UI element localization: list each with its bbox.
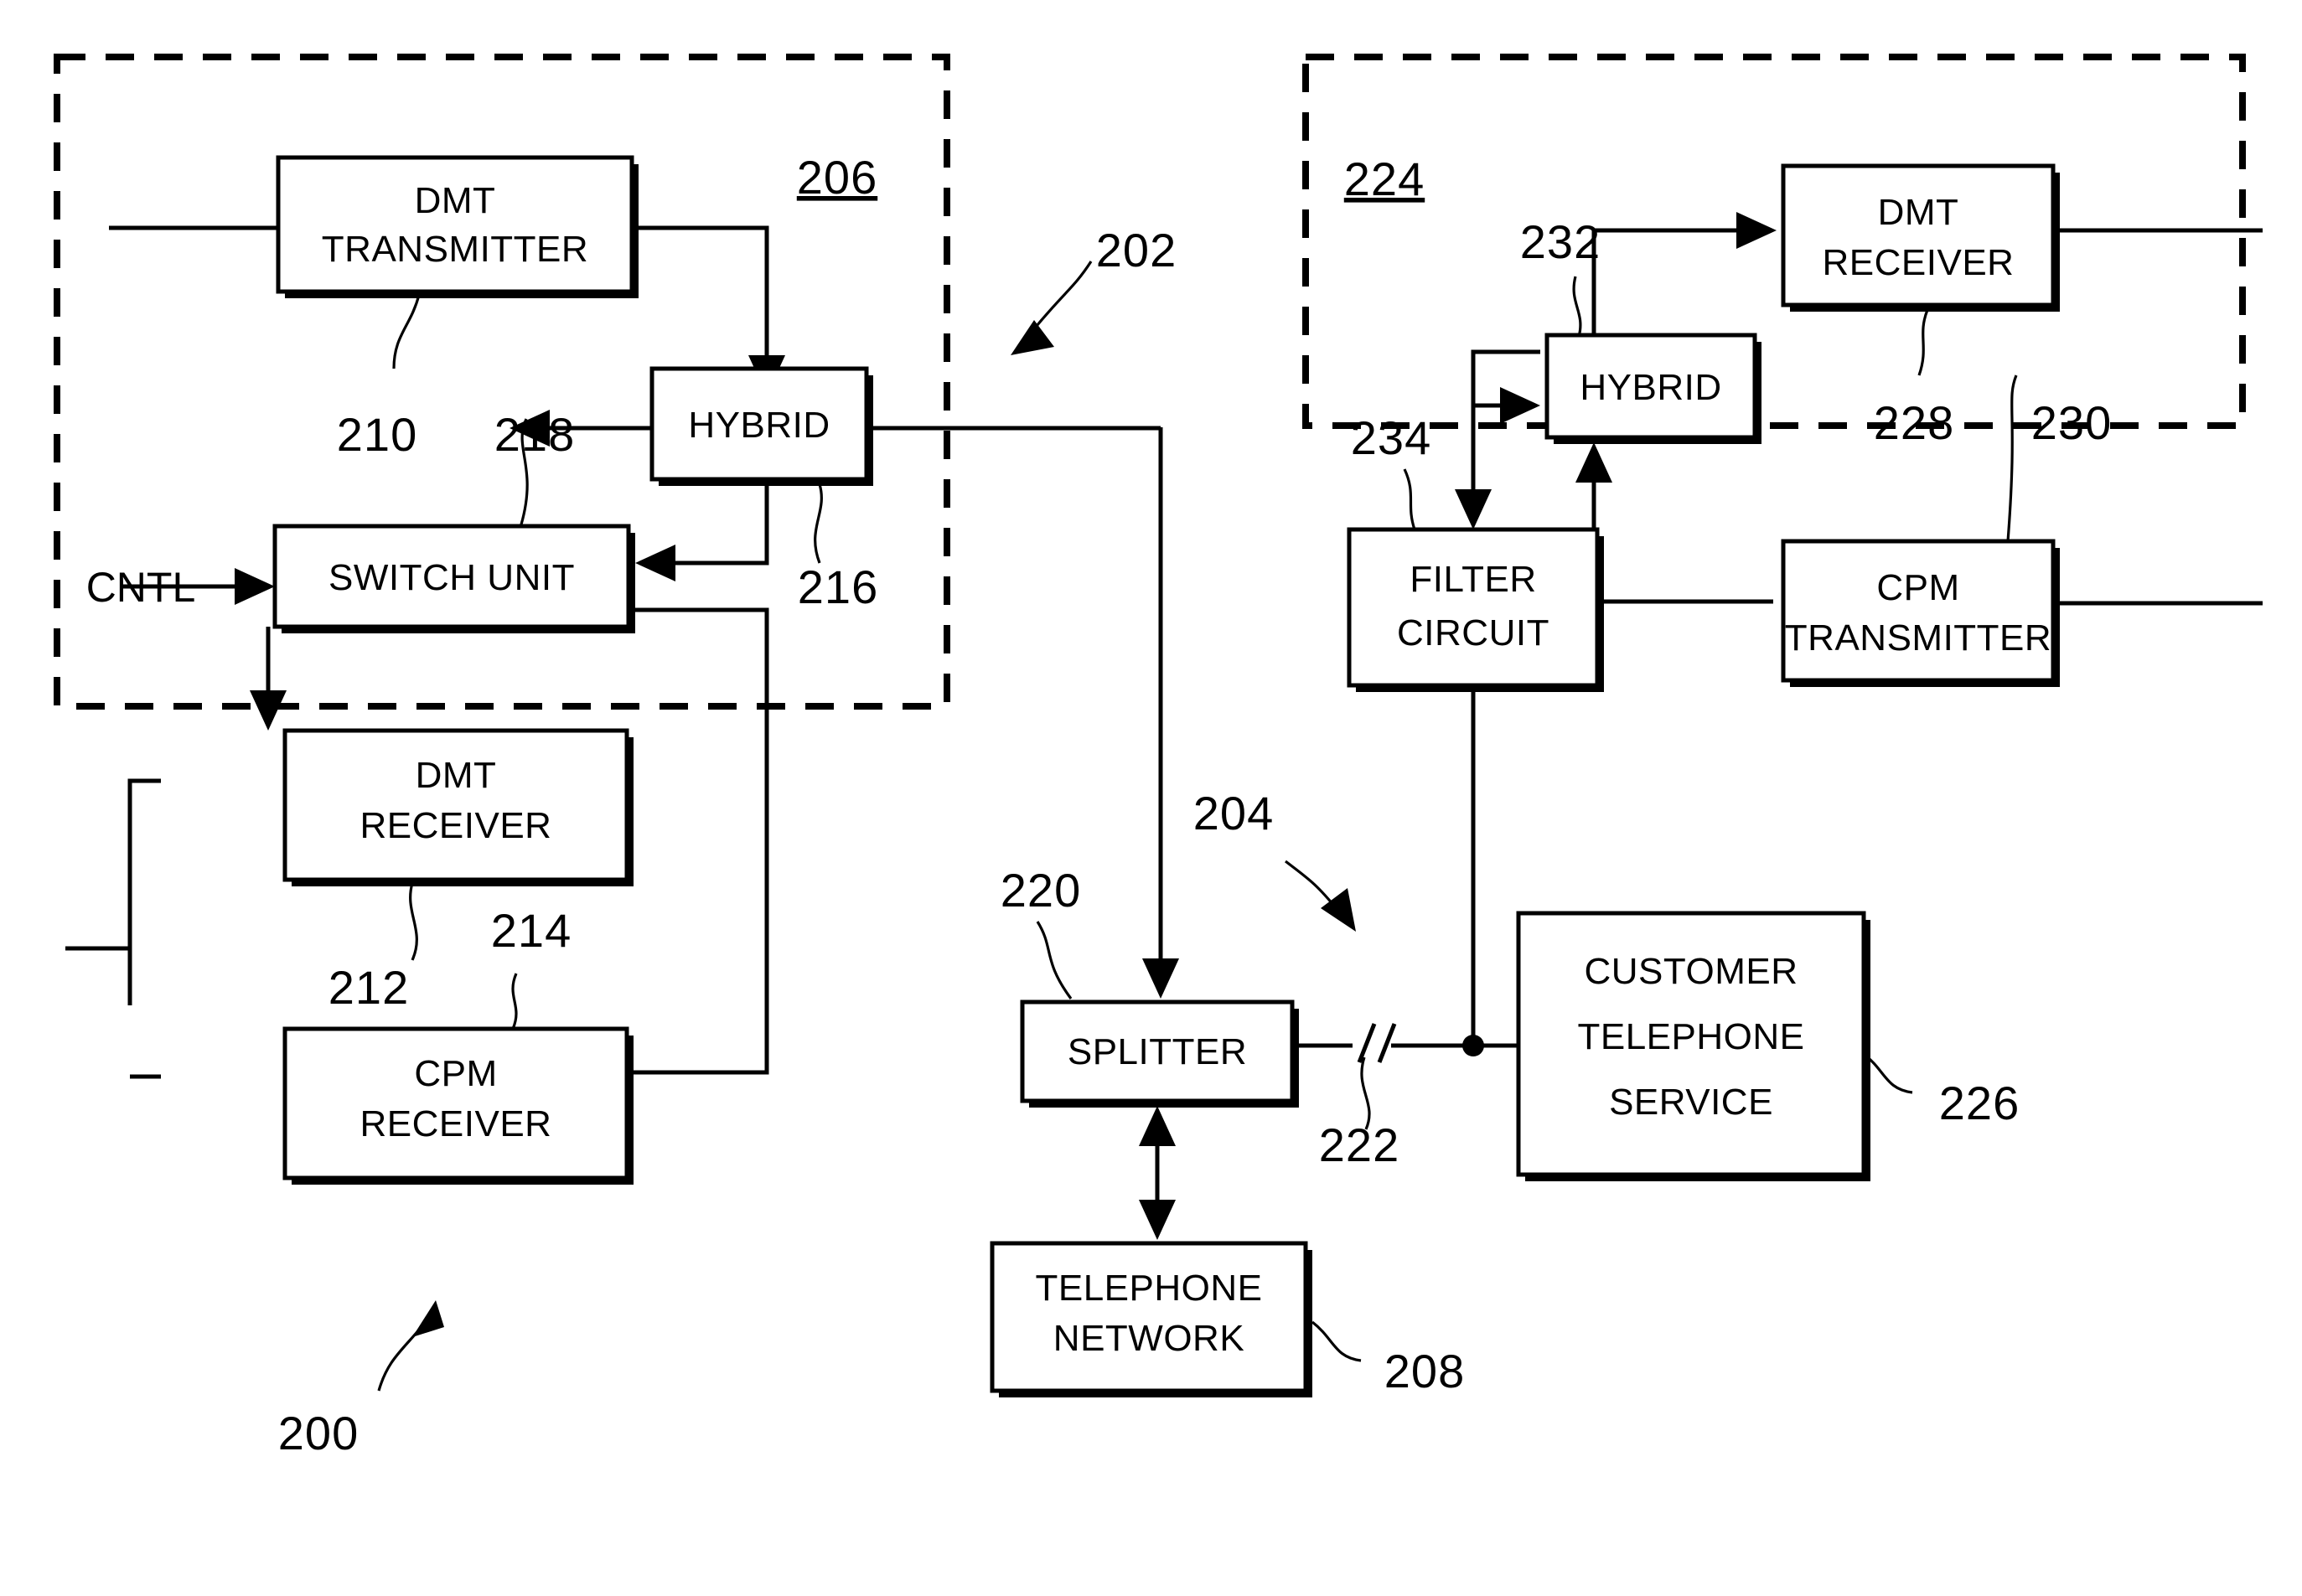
arrowhead-cpm-transmitter-to-hybrid-right	[1575, 442, 1612, 483]
cpm-transmitter-right-label-line1: CPM	[1876, 567, 1959, 608]
arrowhead-splitter-up	[1139, 1106, 1176, 1146]
arrowhead-hybrid-right-to-dmt-receiver	[1736, 212, 1777, 249]
ref-232: 232	[1520, 215, 1601, 268]
arrowhead-hybrid-to-switch-unit	[635, 545, 675, 581]
hybrid-left-label: HYBRID	[688, 405, 830, 446]
leader-228	[1917, 309, 1929, 376]
ref-204: 204	[1193, 787, 1274, 839]
dmt-transmitter-box[interactable]	[276, 155, 634, 294]
enclosure-224-dashed-box	[1302, 54, 2246, 429]
cpm-receiver-left-label-line2: RECEIVER	[360, 1103, 552, 1144]
line-break-slash-1	[1357, 1023, 1377, 1063]
splitter-label: SPLITTER	[1068, 1031, 1247, 1072]
wire-dmt-transmitter-to-hybrid	[637, 225, 769, 369]
ref-216: 216	[798, 560, 878, 613]
customer-telephone-service-label-line3: SERVICE	[1609, 1082, 1773, 1123]
ref-202-top: 202	[1096, 224, 1177, 276]
filter-circuit-label-line1: FILTER	[1410, 559, 1536, 600]
ref-220: 220	[1001, 864, 1081, 917]
leader-208	[1311, 1320, 1362, 1362]
telephone-network-label-line1: TELEPHONE	[1035, 1268, 1262, 1309]
ref-226: 226	[1939, 1077, 2020, 1129]
wire-dmt-receiver-output-bus	[127, 778, 161, 1005]
arrowhead-cntl-to-switch-unit	[235, 568, 275, 605]
arrowhead-filter-to-hybrid-right	[1500, 387, 1540, 424]
leader-230	[2006, 374, 2018, 542]
ref-206: 206	[797, 151, 877, 204]
ref-222: 222	[1319, 1118, 1399, 1171]
ref-230: 230	[2031, 396, 2112, 449]
ref-228: 228	[1874, 396, 1954, 449]
leader-210	[392, 294, 421, 369]
arrowhead-switch-unit-to-dmt-receiver	[250, 690, 287, 731]
hybrid-right-label: HYBRID	[1580, 367, 1721, 408]
dmt-transmitter-label-line2: TRANSMITTER	[322, 229, 588, 270]
wire-hybrid-to-switch-unit	[662, 486, 769, 566]
figure-canvas: DMT TRANSMITTER HYBRID SWITCH UNIT DMT R…	[54, 54, 2263, 1459]
telephone-network-label-line2: NETWORK	[1053, 1318, 1244, 1359]
ref-214: 214	[491, 904, 572, 957]
switch-unit-label: SWITCH UNIT	[328, 557, 575, 598]
leader-220	[1036, 921, 1073, 999]
filter-circuit-box[interactable]	[1347, 527, 1600, 688]
ref-200: 200	[278, 1407, 359, 1459]
filter-circuit-label-line2: CIRCUIT	[1397, 612, 1549, 653]
leader-214	[511, 973, 518, 1030]
wire-cpm-transmitter-to-hybrid-right	[1591, 469, 1773, 604]
cntl-signal-label: CNTL	[86, 564, 196, 611]
leader-232	[1572, 276, 1582, 338]
dmt-receiver-right-label-line2: RECEIVER	[1823, 242, 2015, 283]
ref-234: 234	[1351, 411, 1431, 464]
leader-212	[409, 882, 418, 961]
cpm-transmitter-right-label-line2: TRANSMITTER	[1785, 617, 2051, 659]
dmt-transmitter-label-line1: DMT	[415, 180, 496, 221]
arrowhead-loop-to-splitter	[1142, 958, 1179, 999]
leader-234	[1403, 468, 1416, 530]
patent-figure-page: DMT TRANSMITTER HYBRID SWITCH UNIT DMT R…	[0, 0, 2302, 1596]
ref-210: 210	[337, 408, 417, 461]
leader-216	[814, 483, 823, 564]
ref-208: 208	[1384, 1345, 1465, 1397]
customer-telephone-service-label-line1: CUSTOMER	[1585, 951, 1798, 992]
telephone-network-box[interactable]	[990, 1241, 1308, 1393]
dmt-receiver-left-label-line2: RECEIVER	[360, 805, 552, 846]
dmt-receiver-left-label-line1: DMT	[416, 755, 497, 796]
arrowhead-hybrid-right-to-filter	[1455, 489, 1492, 529]
arrowhead-200	[412, 1300, 444, 1337]
ref-218: 218	[494, 408, 575, 461]
line-break-slash-2	[1377, 1023, 1397, 1063]
dmt-receiver-right-box[interactable]	[1781, 163, 2056, 307]
ref-224: 224	[1344, 152, 1425, 205]
leader-226	[1863, 1052, 1913, 1094]
wire-hybrid-right-to-dmt-receiver	[1591, 228, 1750, 335]
cpm-receiver-left-label-line1: CPM	[414, 1053, 497, 1094]
arrowhead-202	[1011, 320, 1054, 355]
dmt-receiver-right-label-line1: DMT	[1878, 192, 1959, 233]
customer-telephone-service-label-line2: TELEPHONE	[1577, 1016, 1804, 1057]
ref-212: 212	[328, 961, 409, 1014]
leader-202-curve	[1027, 261, 1093, 336]
arrowhead-telephone-network-down	[1139, 1200, 1176, 1240]
cpm-transmitter-right-box[interactable]	[1781, 539, 2056, 683]
